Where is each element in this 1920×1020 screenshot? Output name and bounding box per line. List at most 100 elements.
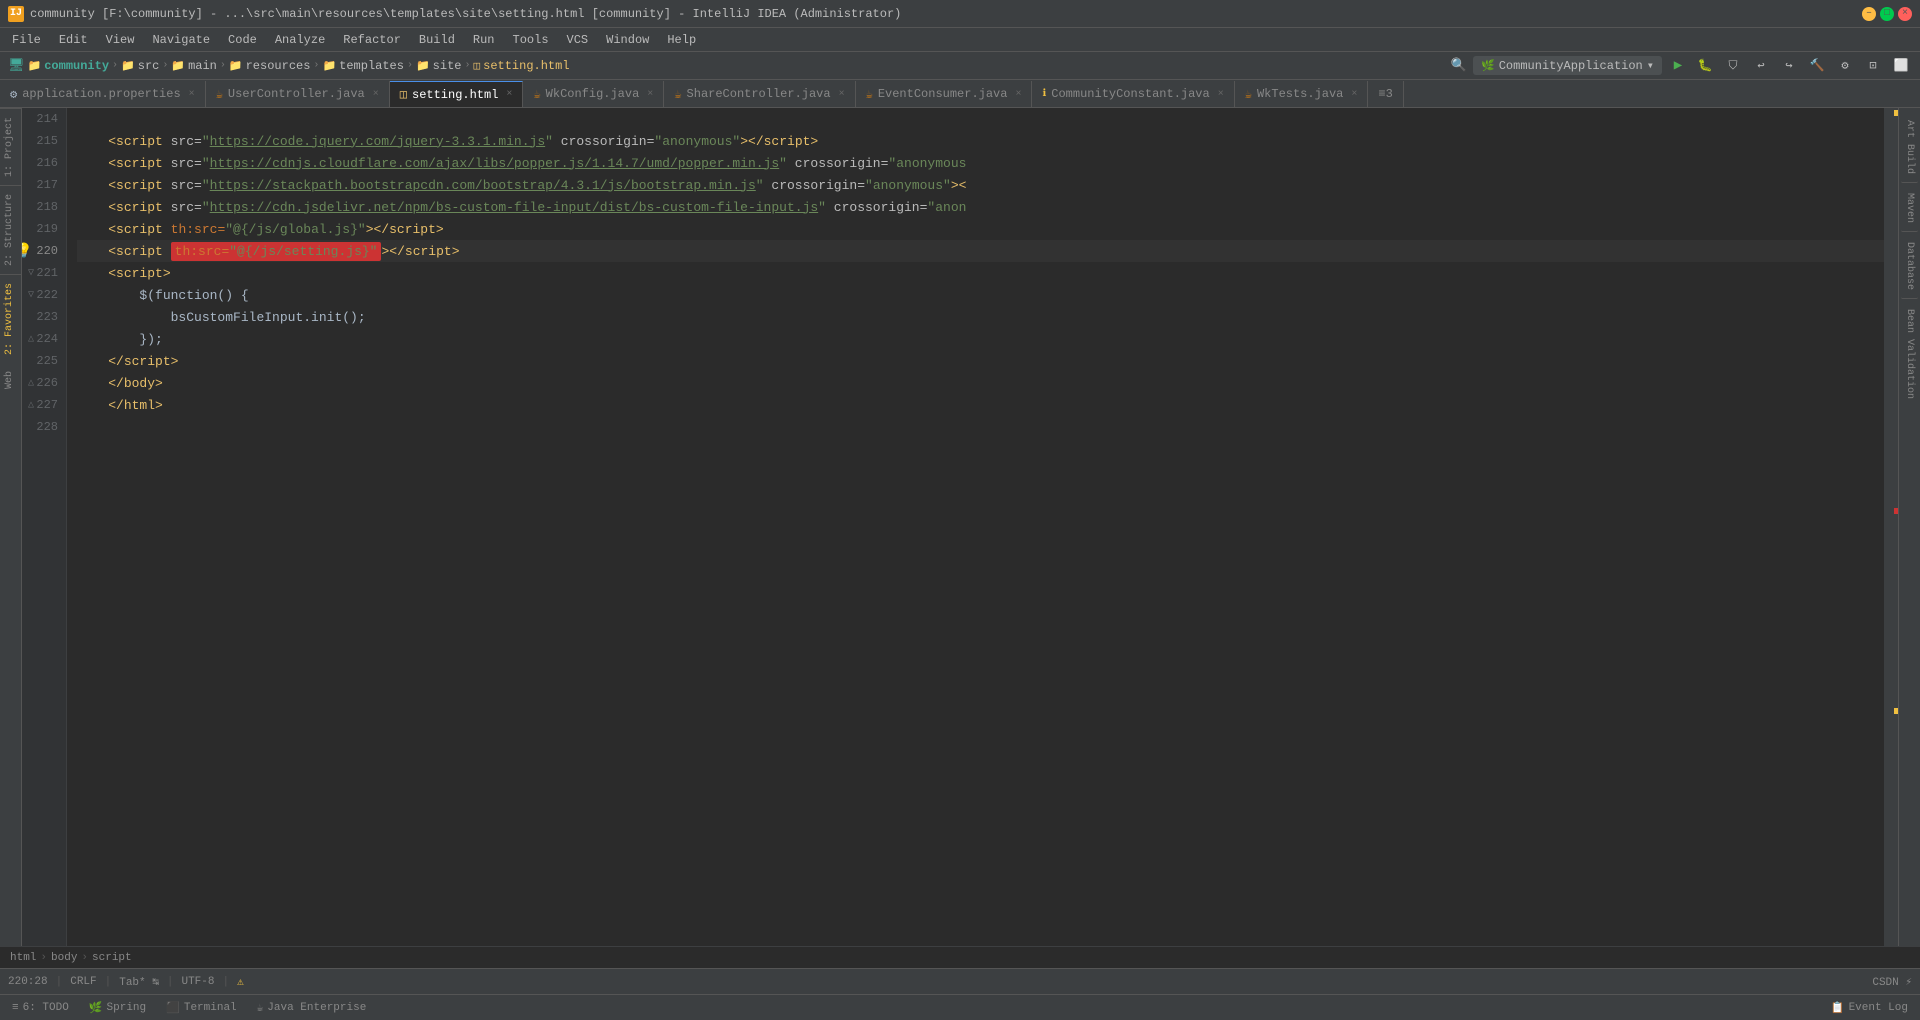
favorites-tab[interactable]: 2: Favorites bbox=[0, 274, 21, 363]
nav-resources[interactable]: 📁 resources bbox=[229, 59, 311, 73]
code-content[interactable]: <script src="https://code.jquery.com/jqu… bbox=[67, 108, 1884, 946]
menu-vcs[interactable]: VCS bbox=[559, 31, 597, 49]
minimize-button[interactable]: – bbox=[1862, 7, 1876, 21]
nav-sep6: › bbox=[464, 60, 470, 71]
java-enterprise-tab[interactable]: ☕ Java Enterprise bbox=[253, 999, 371, 1017]
menu-help[interactable]: Help bbox=[659, 31, 704, 49]
fold-icon-226[interactable]: △ bbox=[24, 376, 38, 390]
back-button[interactable]: ↩ bbox=[1750, 55, 1772, 77]
nav-src[interactable]: 📁 src bbox=[121, 59, 159, 73]
tab-close[interactable]: × bbox=[373, 89, 379, 100]
tab-icon-java: ☕ bbox=[216, 87, 223, 102]
breadcrumb-body[interactable]: body bbox=[51, 952, 77, 964]
gutter-227: △ 227 bbox=[22, 394, 66, 416]
tab-setting-html[interactable]: ◫ setting.html × bbox=[390, 81, 524, 107]
folder-icon-site: 📁 bbox=[416, 59, 430, 73]
fold-icon-222[interactable]: ▽ bbox=[24, 288, 38, 302]
database-tab[interactable]: Database bbox=[1901, 234, 1918, 299]
run-config-dropdown[interactable]: ▾ bbox=[1647, 58, 1654, 73]
todo-tab[interactable]: ≡ 6: TODO bbox=[8, 1000, 73, 1016]
tab-communityconstant[interactable]: ℹ CommunityConstant.java × bbox=[1032, 81, 1234, 107]
bulb-icon[interactable]: 💡 bbox=[22, 243, 32, 260]
breadcrumb-sep2: › bbox=[81, 952, 88, 964]
tab-label: EventConsumer.java bbox=[878, 87, 1008, 101]
position-status: 220:28 bbox=[8, 976, 48, 988]
menu-build[interactable]: Build bbox=[411, 31, 463, 49]
gutter-218: 218 bbox=[22, 196, 66, 218]
terminal-icon: ⬛ bbox=[166, 1001, 180, 1015]
gutter-228: 228 bbox=[22, 416, 66, 438]
java-enterprise-label: Java Enterprise bbox=[267, 1002, 366, 1014]
tab-close[interactable]: × bbox=[1351, 89, 1357, 100]
nav-resources-label: resources bbox=[246, 59, 311, 73]
fold-icon-221[interactable]: ▽ bbox=[24, 266, 38, 280]
tab-application-properties[interactable]: ⚙ application.properties × bbox=[0, 81, 206, 107]
tab-close[interactable]: × bbox=[1015, 89, 1021, 100]
art-build-tab[interactable]: Art Build bbox=[1901, 112, 1918, 183]
debug-button[interactable]: 🐛 bbox=[1694, 55, 1716, 77]
coverage-button[interactable]: ⛉ bbox=[1722, 55, 1744, 77]
run-button[interactable]: ▶ bbox=[1668, 56, 1688, 76]
editor-scrollbar[interactable] bbox=[1884, 108, 1898, 946]
terminal-tab[interactable]: ⬛ Terminal bbox=[162, 999, 241, 1017]
project-tab[interactable]: 1: Project bbox=[0, 108, 21, 185]
tab-sharecontroller[interactable]: ☕ ShareController.java × bbox=[664, 81, 855, 107]
menu-window[interactable]: Window bbox=[598, 31, 657, 49]
encoding-label: UTF-8 bbox=[181, 976, 214, 988]
nav-sep2: › bbox=[162, 60, 168, 71]
nav-file[interactable]: ◫ setting.html bbox=[474, 59, 570, 73]
tab-eventconsumer[interactable]: ☕ EventConsumer.java × bbox=[856, 81, 1033, 107]
spring-icon: 🌿 bbox=[89, 1001, 103, 1015]
event-log-tab[interactable]: 📋 Event Log bbox=[1827, 999, 1912, 1017]
tab-close[interactable]: × bbox=[839, 89, 845, 100]
web-tab[interactable]: Web bbox=[0, 363, 21, 397]
menu-refactor[interactable]: Refactor bbox=[335, 31, 409, 49]
menu-navigate[interactable]: Navigate bbox=[144, 31, 218, 49]
layout-button[interactable]: ⊡ bbox=[1862, 55, 1884, 77]
forward-button[interactable]: ↪ bbox=[1778, 55, 1800, 77]
settings-button[interactable]: ⚙ bbox=[1834, 55, 1856, 77]
structure-tab[interactable]: 2: Structure bbox=[0, 185, 21, 274]
menu-file[interactable]: File bbox=[4, 31, 49, 49]
nav-community[interactable]: 📁 community bbox=[28, 59, 110, 73]
nav-templates[interactable]: 📁 templates bbox=[322, 59, 404, 73]
folder-icon-main: 📁 bbox=[171, 59, 185, 73]
menu-run[interactable]: Run bbox=[465, 31, 503, 49]
gutter-220: 💡 220 bbox=[22, 240, 66, 262]
tab-close[interactable]: × bbox=[1218, 89, 1224, 100]
status-div2: | bbox=[105, 976, 112, 988]
run-config[interactable]: 🌿 CommunityApplication ▾ bbox=[1473, 56, 1662, 75]
menu-tools[interactable]: Tools bbox=[505, 31, 557, 49]
tab-more[interactable]: ≡3 bbox=[1368, 81, 1403, 107]
maven-tab[interactable]: Maven bbox=[1901, 185, 1918, 232]
tab-wktests[interactable]: ☕ WkTests.java × bbox=[1235, 81, 1369, 107]
menu-analyze[interactable]: Analyze bbox=[267, 31, 333, 49]
build-button[interactable]: 🔨 bbox=[1806, 55, 1828, 77]
indent-status[interactable]: Tab* ↹ bbox=[119, 975, 159, 989]
tab-close[interactable]: × bbox=[189, 89, 195, 100]
close-button[interactable]: × bbox=[1898, 7, 1912, 21]
nav-site[interactable]: 📁 site bbox=[416, 59, 462, 73]
maximize-button[interactable]: □ bbox=[1880, 7, 1894, 21]
line-ending-status[interactable]: CRLF bbox=[70, 976, 96, 988]
tab-close[interactable]: × bbox=[647, 89, 653, 100]
bean-validation-tab[interactable]: Bean Validation bbox=[1901, 301, 1918, 407]
nav-main[interactable]: 📁 main bbox=[171, 59, 217, 73]
nav-bar: 🖥 📁 community › 📁 src › 📁 main › 📁 resou… bbox=[0, 52, 1920, 80]
tab-usercontroller[interactable]: ☕ UserController.java × bbox=[206, 81, 390, 107]
tab-wkconfig[interactable]: ☕ WkConfig.java × bbox=[523, 81, 664, 107]
tab-label: UserController.java bbox=[228, 87, 365, 101]
fold-icon-224[interactable]: △ bbox=[24, 332, 38, 346]
spring-tab[interactable]: 🌿 Spring bbox=[85, 999, 150, 1017]
breadcrumb-script[interactable]: script bbox=[92, 952, 132, 964]
encoding-status[interactable]: UTF-8 bbox=[181, 976, 214, 988]
maximize-editor-button[interactable]: ⬜ bbox=[1890, 55, 1912, 77]
menu-code[interactable]: Code bbox=[220, 31, 265, 49]
fold-icon-227[interactable]: △ bbox=[24, 398, 38, 412]
warnings-icon: ⚠ bbox=[237, 975, 244, 989]
search-button[interactable]: 🔍 bbox=[1451, 58, 1467, 73]
menu-edit[interactable]: Edit bbox=[51, 31, 96, 49]
breadcrumb-html[interactable]: html bbox=[10, 952, 36, 964]
tab-close[interactable]: × bbox=[506, 89, 512, 100]
menu-view[interactable]: View bbox=[98, 31, 143, 49]
